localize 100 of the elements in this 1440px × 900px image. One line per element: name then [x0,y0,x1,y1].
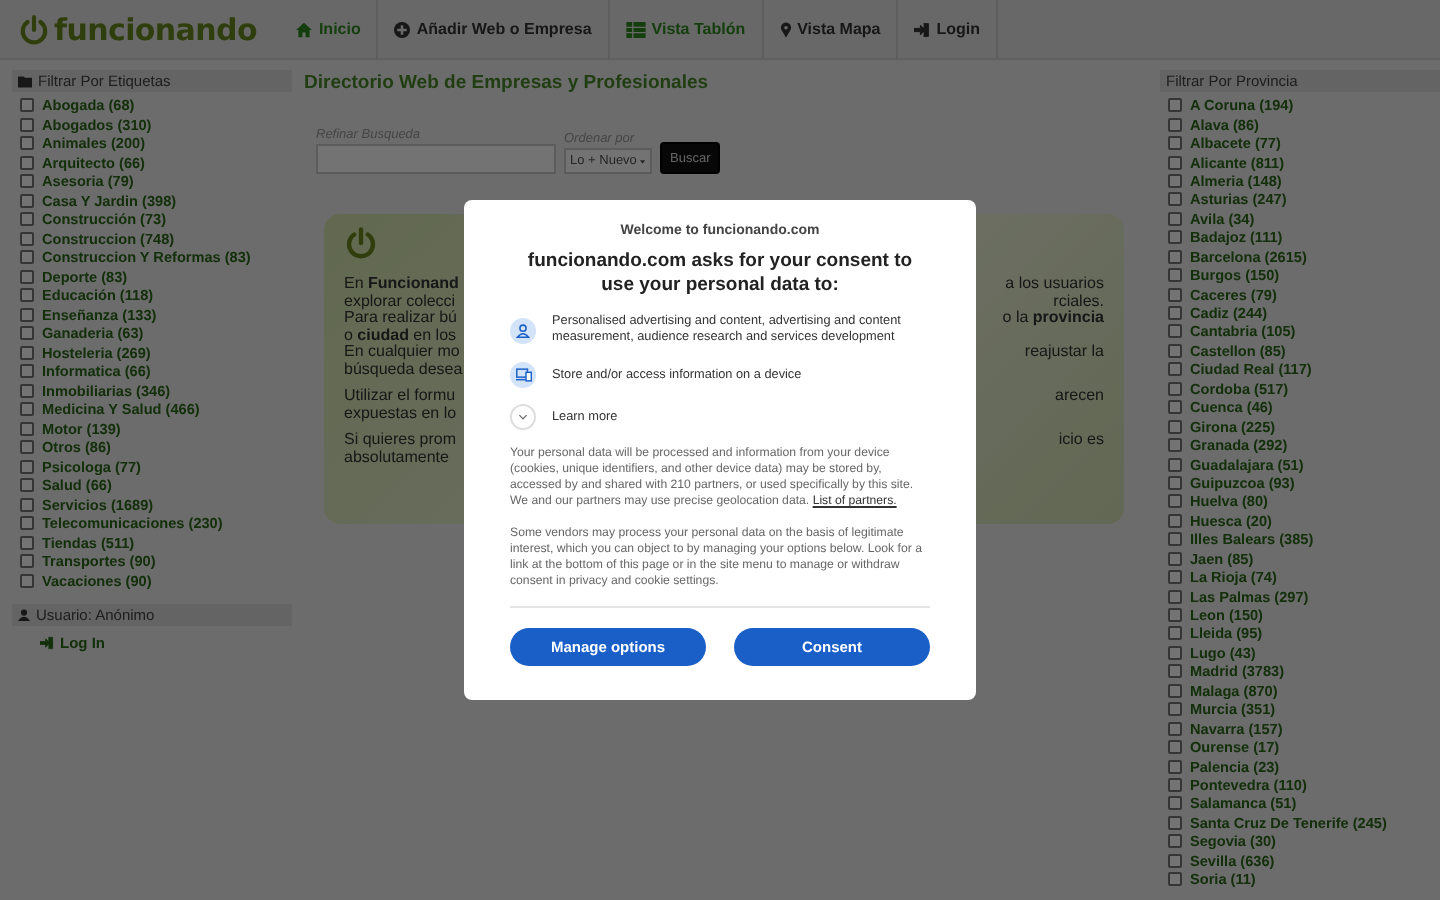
checkbox[interactable] [1168,438,1182,453]
checkbox[interactable] [1168,287,1182,302]
checkbox[interactable] [20,364,34,379]
checkbox[interactable] [1168,815,1182,830]
chevron-icon [510,404,536,430]
power-icon [18,13,50,45]
checkbox[interactable] [1168,230,1182,245]
checkbox[interactable] [1168,551,1182,566]
checkbox[interactable] [1168,494,1182,509]
checkbox[interactable] [1168,155,1182,170]
checkbox[interactable] [20,193,34,208]
checkbox[interactable] [1168,343,1182,358]
checkbox[interactable] [1168,419,1182,434]
checkbox[interactable] [1168,834,1182,849]
checkbox[interactable] [20,288,34,303]
intro-text: En Funcionand [344,276,459,293]
checkbox[interactable] [1168,740,1182,755]
intro-text: arecen [1055,388,1104,405]
checkbox[interactable] [1168,173,1182,188]
site-logo[interactable]: funcionando [54,11,257,47]
nav-link[interactable]: Inicio [280,0,379,59]
checkbox[interactable] [1168,400,1182,415]
checkbox[interactable] [20,231,34,246]
checkbox[interactable] [1168,98,1182,113]
checkbox[interactable] [1168,702,1182,717]
sign-in-icon [40,636,54,650]
checkbox[interactable] [1168,324,1182,339]
intro-text: o la provincia [1002,310,1104,327]
checkbox[interactable] [20,459,34,474]
intro-text: En cualquier mo [344,344,460,361]
intro-text: absolutamente [344,449,449,466]
plus-circle-icon [394,21,411,37]
checkbox[interactable] [20,155,34,170]
checkbox[interactable] [20,117,34,132]
checkbox[interactable] [1168,626,1182,641]
folder-icon [18,75,32,87]
checkbox[interactable] [1168,589,1182,604]
checkbox[interactable] [1168,513,1182,528]
checkbox[interactable] [1168,211,1182,226]
intro-text: a los usuarios [1005,276,1104,293]
checkbox[interactable] [1168,268,1182,283]
checkbox[interactable] [1168,570,1182,585]
checkbox[interactable] [1168,608,1182,623]
checkbox[interactable] [20,535,34,550]
checkbox[interactable] [20,212,34,227]
checkbox[interactable] [1168,117,1182,132]
checkbox[interactable] [20,383,34,398]
checkbox[interactable] [20,573,34,588]
checkbox[interactable] [20,440,34,455]
checkbox[interactable] [20,421,34,436]
device-icon [515,368,531,382]
checkbox[interactable] [20,554,34,569]
checkbox[interactable] [1168,777,1182,792]
checkbox[interactable] [20,497,34,512]
checkbox[interactable] [1168,796,1182,811]
checkbox[interactable] [1168,192,1182,207]
checkbox[interactable] [1168,872,1182,887]
checkbox[interactable] [20,174,34,189]
checkbox[interactable] [20,478,34,493]
caret-icon [640,157,646,165]
checkbox[interactable] [1168,362,1182,377]
nav-link[interactable]: Vista Tablón [609,0,764,59]
map-pin-icon [779,21,792,37]
checkbox[interactable] [1168,853,1182,868]
checkbox[interactable] [20,269,34,284]
checkbox[interactable] [1168,306,1182,321]
checkbox[interactable] [1168,683,1182,698]
nav-link[interactable]: Añadir Web o Empresa [378,0,610,59]
checkbox[interactable] [20,326,34,341]
table-icon [625,21,646,37]
power-icon [344,226,378,260]
checkbox[interactable] [1168,532,1182,547]
checkbox[interactable] [1168,249,1182,264]
intro-text: Si quieres prom [344,432,457,449]
checkbox[interactable] [1168,664,1182,679]
intro-text: o ciudad en los [344,327,457,344]
page-title: Directorio Web de Empresas y Profesionales [304,72,711,94]
checkbox[interactable] [1168,136,1182,151]
checkbox[interactable] [20,516,34,531]
home-icon [296,21,313,37]
checkbox[interactable] [1168,759,1182,774]
nav-link[interactable]: Vista Mapa [763,0,899,59]
user-icon [18,608,30,622]
checkbox[interactable] [20,402,34,417]
person-icon [516,323,530,337]
checkbox[interactable] [20,250,34,265]
checkbox[interactable] [20,307,34,322]
checkbox[interactable] [1168,381,1182,396]
nav-link[interactable]: Login [898,0,999,59]
intro-text: rciales. [1053,293,1104,310]
intro-text: Para realizar bú [344,310,457,327]
checkbox[interactable] [1168,475,1182,490]
checkbox[interactable] [1168,457,1182,472]
intro-text: expuestas en lo [344,405,457,422]
checkbox[interactable] [1168,721,1182,736]
checkbox[interactable] [20,345,34,360]
intro-text: reajustar la [1024,344,1104,361]
checkbox[interactable] [1168,645,1182,660]
checkbox[interactable] [20,136,34,151]
checkbox[interactable] [20,98,34,113]
